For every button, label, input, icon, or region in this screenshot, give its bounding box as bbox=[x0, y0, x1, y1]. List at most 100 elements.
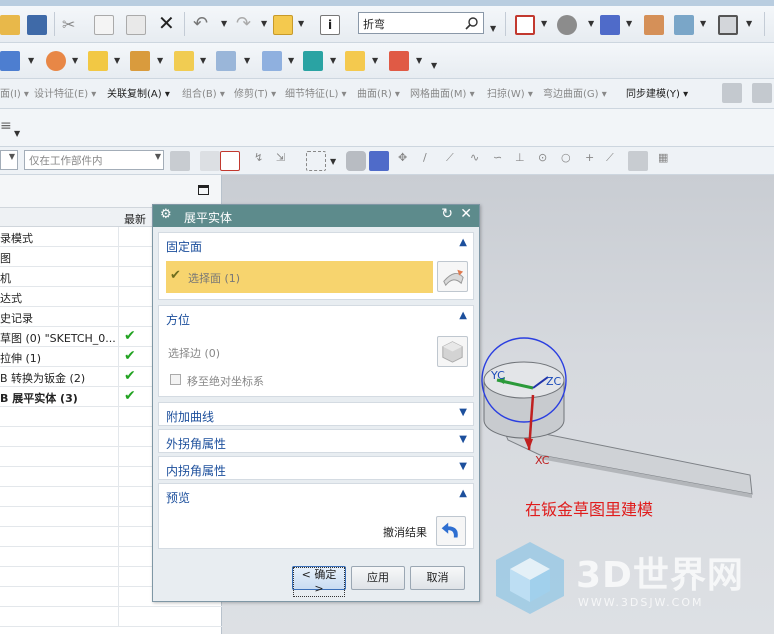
chevron-up-icon[interactable]: ▲ bbox=[459, 310, 467, 321]
close-icon[interactable]: ✕ bbox=[460, 206, 472, 222]
select-icon[interactable]: ⇲ bbox=[276, 151, 296, 171]
endpoint-snap-icon[interactable]: ✥ bbox=[398, 151, 418, 171]
sync-modeling-cubes2-icon[interactable] bbox=[752, 83, 772, 103]
type-filter-combo[interactable]: ▼ bbox=[0, 150, 18, 170]
section-fixed-face-header[interactable]: 固定面 ▲ bbox=[159, 233, 473, 257]
copy-icon[interactable] bbox=[94, 15, 114, 35]
feature-menu-item[interactable]: 关联复制(A) ▾ bbox=[107, 85, 170, 100]
up-to-date-check-icon: ✔ bbox=[124, 388, 136, 404]
navigator-row-label: 录模式 bbox=[0, 232, 33, 245]
command-search-input[interactable]: 折弯 bbox=[358, 12, 484, 34]
search-icon[interactable] bbox=[465, 16, 479, 30]
annotation-text: 在钣金草图里建模 bbox=[525, 500, 654, 519]
feature-menu-item[interactable]: 修剪(T) ▾ bbox=[234, 85, 276, 100]
chevron-up-icon[interactable]: ▲ bbox=[459, 237, 467, 248]
bend-icon[interactable] bbox=[174, 51, 194, 71]
chevron-down-icon[interactable]: ▼ bbox=[459, 461, 467, 472]
fit-view-icon[interactable] bbox=[515, 15, 535, 35]
layer-icon[interactable] bbox=[644, 15, 664, 35]
section-orientation-header[interactable]: 方位 ▲ bbox=[159, 306, 473, 330]
maximize-icon[interactable] bbox=[198, 185, 209, 195]
section-extra-curves[interactable]: 附加曲线 ▼ bbox=[158, 402, 474, 426]
options-row: ≡ ▼ bbox=[0, 109, 774, 147]
cut-icon[interactable]: ✂ bbox=[62, 15, 82, 35]
point-on-curve-icon[interactable]: ⟋ bbox=[606, 151, 626, 171]
face-selector-button[interactable] bbox=[437, 261, 468, 292]
column-latest[interactable]: 最新 bbox=[124, 211, 146, 227]
face-point-icon[interactable] bbox=[628, 151, 648, 171]
feature-menu-item[interactable]: 曲面(R) ▾ bbox=[357, 85, 400, 100]
dialog-title: 展平实体 bbox=[184, 211, 233, 225]
snap-settings-icon[interactable] bbox=[200, 151, 220, 171]
feature-menu-item[interactable]: 同步建模(Y) ▾ bbox=[626, 85, 688, 100]
section-inner-corner[interactable]: 内拐角属性 ▼ bbox=[158, 456, 474, 480]
section-preview-header[interactable]: 预览 ▲ bbox=[159, 484, 473, 508]
background-icon[interactable] bbox=[718, 15, 738, 35]
paste-icon[interactable] bbox=[126, 15, 146, 35]
scope-filter-combo[interactable]: 仅在工作部件内 ▼ bbox=[24, 150, 164, 170]
ok-button[interactable]: < 确定 > bbox=[292, 566, 346, 597]
cancel-button[interactable]: 取消 bbox=[410, 566, 465, 590]
flat-pattern-icon[interactable] bbox=[345, 51, 365, 71]
line-snap-icon[interactable]: / bbox=[423, 151, 443, 171]
redo-icon[interactable]: ↷ bbox=[236, 13, 256, 34]
snap-point-icon[interactable] bbox=[220, 151, 240, 171]
axis-yc-label: YC bbox=[491, 369, 505, 382]
midpoint-snap-icon[interactable]: ⟋ bbox=[446, 151, 466, 171]
select-face-field[interactable]: ✔ 选择面 (1) bbox=[166, 261, 433, 293]
watermark: 3D世界网 WWW.3DSJW.COM bbox=[490, 538, 760, 618]
intersect-icon[interactable]: ↯ bbox=[254, 151, 274, 171]
gear-icon[interactable]: ⚙ bbox=[160, 207, 172, 222]
section-view-icon[interactable] bbox=[674, 15, 694, 35]
tab-feature-icon[interactable] bbox=[46, 51, 66, 71]
chevron-down-icon[interactable]: ▼ bbox=[459, 434, 467, 445]
reset-icon[interactable]: ↻ bbox=[441, 206, 453, 222]
intersection-snap-icon[interactable]: ⊥ bbox=[515, 151, 535, 171]
quadrant-snap-icon[interactable]: ○ bbox=[561, 151, 581, 171]
section-outer-corner[interactable]: 外拐角属性 ▼ bbox=[158, 429, 474, 453]
feature-menu-item[interactable]: 设计特征(E) ▾ bbox=[34, 85, 96, 100]
punch-icon[interactable] bbox=[262, 51, 282, 71]
spline-snap-icon[interactable]: ∽ bbox=[493, 151, 513, 171]
existing-point-icon[interactable]: + bbox=[585, 151, 605, 171]
open-folder-icon[interactable] bbox=[0, 15, 20, 35]
watermark-url: WWW.3DSJW.COM bbox=[578, 596, 704, 609]
edge-selector-button[interactable] bbox=[437, 336, 468, 367]
render-style-icon[interactable] bbox=[557, 15, 577, 35]
feature-menu-item[interactable]: 弯边曲面(G) ▾ bbox=[543, 85, 607, 100]
feature-menu-item[interactable]: 组合(B) ▾ bbox=[182, 85, 225, 100]
sync-modeling-cubes-icon[interactable] bbox=[722, 83, 742, 103]
chevron-down-icon[interactable]: ▼ bbox=[459, 407, 467, 418]
assembly-filter-icon[interactable] bbox=[170, 151, 190, 171]
rectangle-select-icon[interactable] bbox=[306, 151, 326, 171]
feature-menu-item[interactable]: 面(I) ▾ bbox=[0, 85, 29, 100]
navigator-row-label: 史记录 bbox=[0, 312, 33, 325]
select-edge-label[interactable]: 选择边 (0) bbox=[168, 345, 220, 361]
feature-menu-item[interactable]: 扫掠(W) ▾ bbox=[487, 85, 533, 100]
curve-snap-icon[interactable]: ∿ bbox=[470, 151, 490, 171]
watermark-cube-icon bbox=[496, 542, 564, 614]
contour-flange-icon[interactable] bbox=[130, 51, 150, 71]
view-cube-icon[interactable] bbox=[600, 15, 620, 35]
body-filter-icon[interactable] bbox=[346, 151, 366, 171]
chevron-up-icon[interactable]: ▲ bbox=[459, 488, 467, 499]
move-to-abs-csys-checkbox[interactable] bbox=[170, 374, 181, 385]
apply-button[interactable]: 应用 bbox=[351, 566, 405, 590]
sketch-icon[interactable] bbox=[0, 51, 20, 71]
corner-icon[interactable] bbox=[303, 51, 323, 71]
unbend-icon[interactable] bbox=[216, 51, 236, 71]
navigator-row-label: 达式 bbox=[0, 292, 22, 305]
command-finder-icon[interactable] bbox=[273, 15, 293, 35]
solid-filter-icon[interactable] bbox=[369, 151, 389, 171]
flange-icon[interactable] bbox=[88, 51, 108, 71]
info-icon[interactable]: i bbox=[320, 15, 340, 35]
feature-menu-item[interactable]: 细节特征(L) ▾ bbox=[285, 85, 347, 100]
center-snap-icon[interactable]: ⊙ bbox=[538, 151, 558, 171]
undo-result-button[interactable] bbox=[436, 516, 466, 546]
feature-menu-item[interactable]: 网格曲面(M) ▾ bbox=[410, 85, 475, 100]
convert-icon[interactable] bbox=[389, 51, 409, 71]
undo-icon[interactable]: ↶ bbox=[193, 13, 213, 34]
grid-icon[interactable]: ▦ bbox=[658, 151, 678, 171]
save-icon[interactable] bbox=[27, 15, 47, 35]
delete-icon[interactable]: ✕ bbox=[158, 13, 178, 33]
